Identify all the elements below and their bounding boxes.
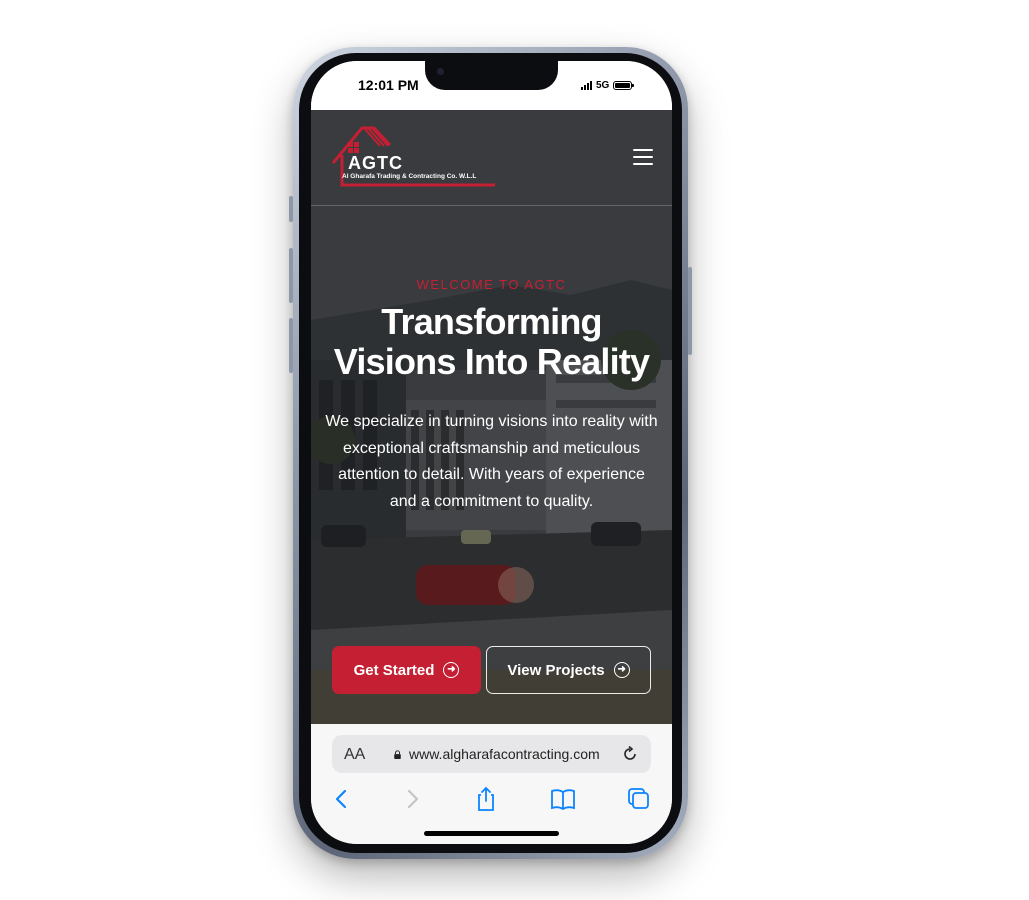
notch xyxy=(425,61,558,90)
battery-icon xyxy=(613,80,635,90)
reload-icon[interactable] xyxy=(621,745,639,763)
agtc-logo[interactable]: AGTC Al Gharafa Trading & Contracting Co… xyxy=(330,125,498,191)
volume-down-button xyxy=(289,318,293,373)
home-indicator[interactable] xyxy=(424,831,559,836)
headline-line-2: Visions Into Reality xyxy=(333,341,650,382)
text-size-button[interactable]: AA xyxy=(344,746,365,764)
url-text: www.algharafacontracting.com xyxy=(409,746,600,762)
network-label: 5G xyxy=(596,79,610,91)
get-started-button[interactable]: Get Started ➜ xyxy=(332,646,481,694)
lock-icon xyxy=(394,750,401,759)
hamburger-menu-icon[interactable] xyxy=(633,149,653,165)
arrow-right-circle-icon: ➜ xyxy=(613,662,630,678)
phone-screen: 12:01 PM 5G AGTC Al Gharafa Trading & Co… xyxy=(311,61,672,844)
share-icon[interactable] xyxy=(472,786,500,812)
signal-icon xyxy=(581,80,592,90)
hero-section: AGTC Al Gharafa Trading & Contracting Co… xyxy=(311,110,672,724)
get-started-label: Get Started xyxy=(353,661,435,679)
logo-subtitle: Al Gharafa Trading & Contracting Co. W.L… xyxy=(342,173,477,180)
bookmarks-icon[interactable] xyxy=(549,786,577,812)
status-icons: 5G xyxy=(581,79,635,91)
view-projects-label: View Projects xyxy=(507,661,605,679)
forward-icon[interactable] xyxy=(398,786,426,812)
arrow-right-circle-icon: ➜ xyxy=(443,662,460,678)
power-button xyxy=(688,267,692,355)
address-bar[interactable]: AA www.algharafacontracting.com xyxy=(332,735,651,773)
volume-up-button xyxy=(289,248,293,303)
safari-browser-bar: AA www.algharafacontracting.com xyxy=(311,724,672,844)
status-time: 12:01 PM xyxy=(358,77,419,93)
logo-text: AGTC xyxy=(348,153,403,173)
back-icon[interactable] xyxy=(328,786,356,812)
hero-headline: Transforming Visions Into Reality xyxy=(311,302,672,382)
site-header: AGTC Al Gharafa Trading & Contracting Co… xyxy=(311,110,672,206)
hero-description: We specialize in turning visions into re… xyxy=(325,413,658,510)
silent-switch xyxy=(289,196,293,222)
hero-eyebrow: WELCOME TO AGTC xyxy=(416,277,567,292)
headline-line-1: Transforming xyxy=(381,301,602,342)
tabs-icon[interactable] xyxy=(625,786,653,812)
view-projects-button[interactable]: View Projects ➜ xyxy=(486,646,651,694)
